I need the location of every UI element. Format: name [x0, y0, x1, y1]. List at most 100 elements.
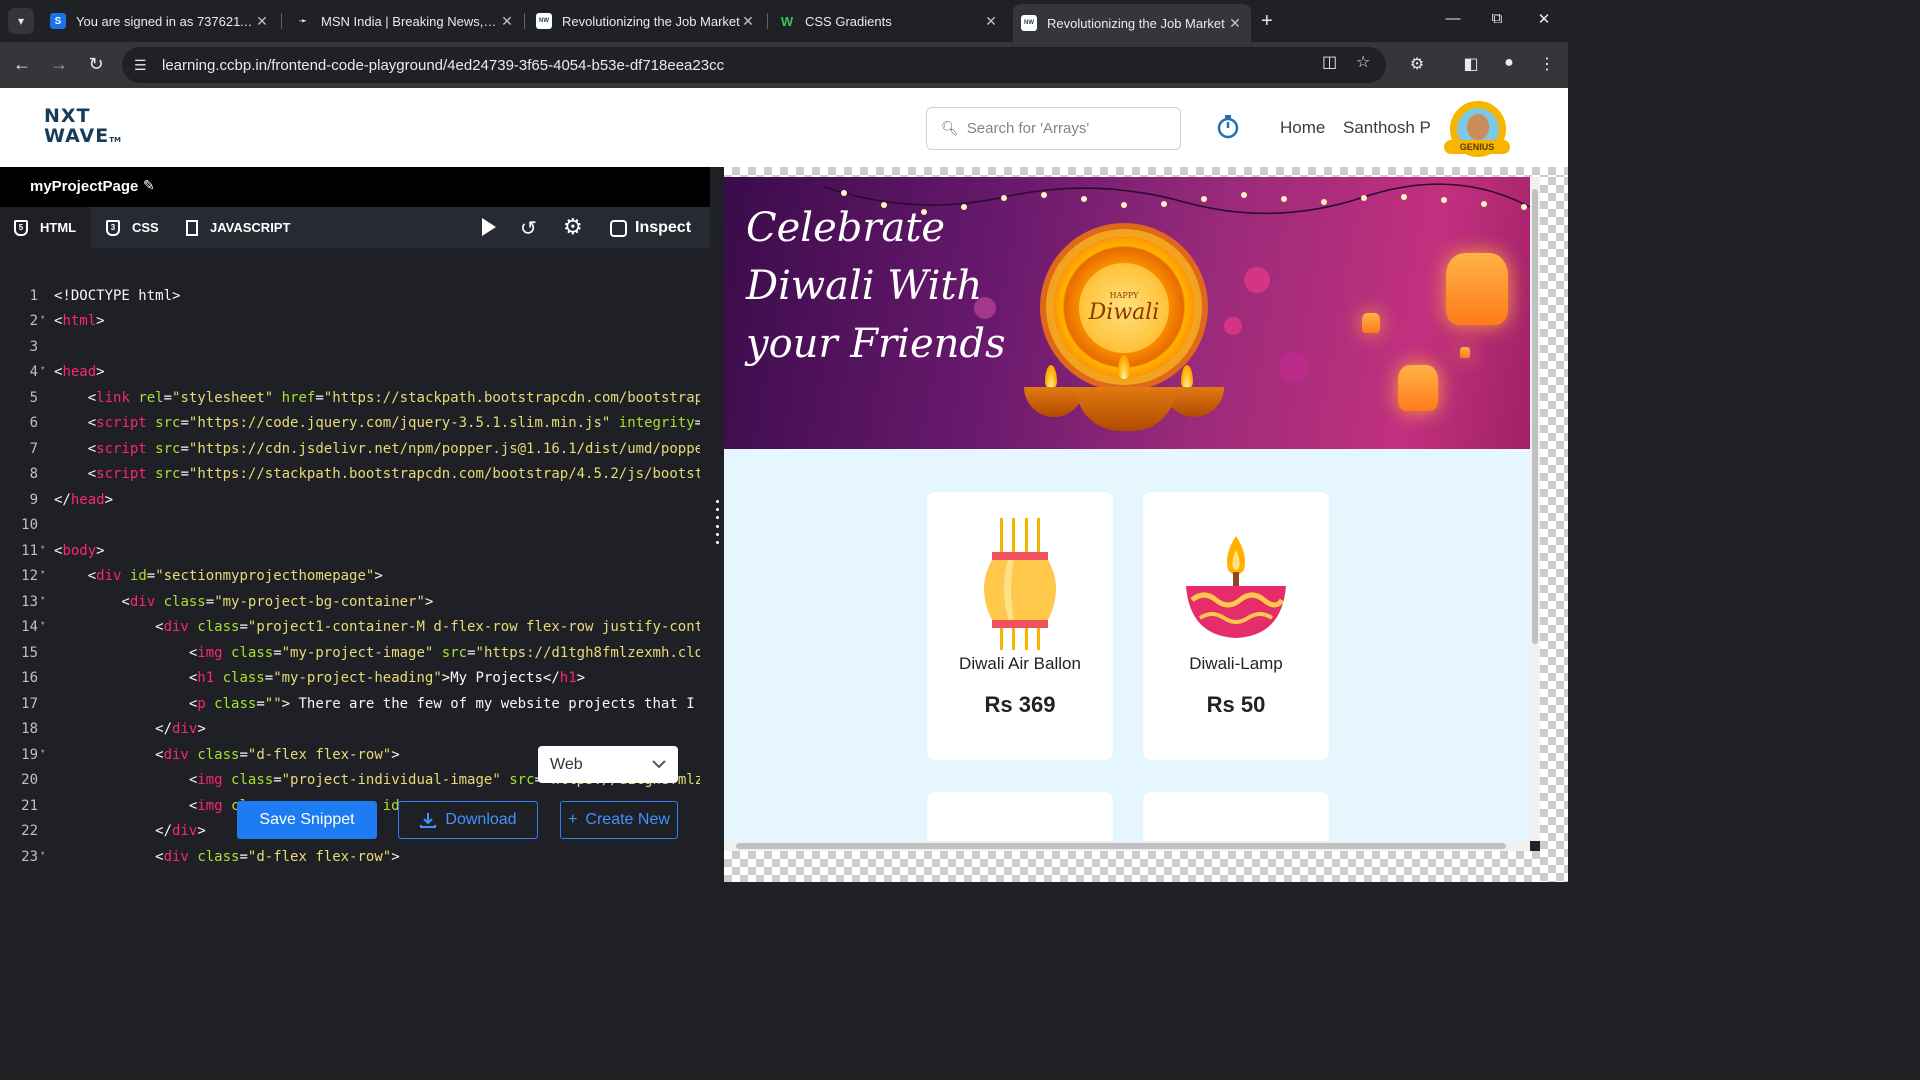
- forward-arrow-icon[interactable]: →: [47, 54, 71, 75]
- minimize-icon[interactable]: —: [1443, 10, 1463, 27]
- close-tab-icon[interactable]: ✕: [1227, 15, 1243, 32]
- device-select[interactable]: Web: [538, 746, 678, 783]
- logo-line1: NXT: [44, 105, 91, 127]
- product-card[interactable]: [1143, 792, 1329, 841]
- scrollbar-thumb[interactable]: [1532, 189, 1538, 644]
- tab-html[interactable]: 5 HTML: [0, 207, 91, 248]
- tab-label: HTML: [40, 220, 77, 235]
- preview-horizontal-scrollbar[interactable]: [724, 841, 1530, 851]
- fold-arrow-icon[interactable]: ▾: [40, 594, 45, 604]
- download-label: Download: [445, 811, 517, 828]
- product-card[interactable]: Diwali Air Ballon Rs 369: [927, 492, 1113, 760]
- search-box[interactable]: 🔍︎: [926, 107, 1181, 150]
- settings-gear-icon[interactable]: ⚙: [563, 214, 583, 240]
- code-line: 1 <!DOCTYPE html>: [0, 288, 700, 313]
- reload-icon[interactable]: ↻: [84, 54, 108, 75]
- fold-arrow-icon[interactable]: ▾: [40, 849, 45, 859]
- fold-arrow-icon[interactable]: ▾: [40, 313, 45, 323]
- project-name[interactable]: myProjectPage: [30, 178, 138, 195]
- browser-tab-5-active[interactable]: NW Revolutionizing the Job Market ✕: [1013, 4, 1251, 42]
- browser-menu-icon[interactable]: ⋮: [1536, 54, 1558, 74]
- diya-lamp: [1076, 387, 1176, 431]
- run-play-icon[interactable]: [482, 218, 496, 236]
- fold-arrow-icon[interactable]: ▾: [40, 364, 45, 374]
- tab-css[interactable]: 3 CSS: [92, 207, 173, 248]
- save-snippet-button[interactable]: Save Snippet: [237, 801, 377, 839]
- pencil-icon[interactable]: ✎: [143, 177, 155, 194]
- sky-lantern: [1460, 347, 1470, 358]
- browser-toolbar: ← → ↻ ☰ learning.ccbp.in/frontend-code-p…: [0, 42, 1568, 88]
- user-name[interactable]: Santhosh P: [1343, 118, 1431, 138]
- stopwatch-icon[interactable]: [1214, 112, 1242, 140]
- msn-favicon-icon: ➛: [295, 13, 311, 29]
- nxtwave-logo[interactable]: NXT WAVETM: [44, 106, 134, 150]
- preview-checker-top: [724, 167, 1568, 177]
- s-favicon-icon: S: [50, 13, 66, 29]
- browser-tab-2[interactable]: ➛ MSN India | Breaking News, Ent ✕: [287, 6, 523, 36]
- download-button[interactable]: Download: [398, 801, 538, 839]
- inspect-toggle[interactable]: Inspect: [610, 219, 691, 237]
- line-number: 2: [29, 313, 38, 329]
- profile-avatar-icon[interactable]: ●: [1498, 54, 1520, 72]
- banner-line1: Celebrate: [746, 205, 946, 251]
- site-header: NXT WAVETM 🔍︎ Home Santhosh P: [0, 88, 1568, 167]
- scrollbar-thumb[interactable]: [736, 843, 1506, 849]
- fold-arrow-icon[interactable]: ▾: [40, 747, 45, 757]
- fold-arrow-icon[interactable]: ▾: [40, 619, 45, 629]
- restore-icon[interactable]: ⧉: [1487, 10, 1507, 27]
- language-tab-bar: 5 HTML 3 CSS JAVASCRIPT: [0, 207, 710, 248]
- code-line: 4 ▾ <head>: [0, 364, 700, 389]
- site-info-icon[interactable]: ☰: [134, 57, 154, 74]
- address-bar[interactable]: ☰ learning.ccbp.in/frontend-code-playgro…: [122, 47, 1386, 83]
- preview-vertical-scrollbar[interactable]: [1530, 177, 1540, 841]
- inspect-label: Inspect: [635, 219, 692, 236]
- tab-search-button[interactable]: ▾: [8, 8, 34, 34]
- close-tab-icon[interactable]: ✕: [499, 13, 515, 30]
- close-tab-icon[interactable]: ✕: [983, 13, 999, 30]
- logo-line2: WAVE: [44, 125, 110, 147]
- search-input[interactable]: [966, 120, 1167, 137]
- sky-lantern: [1446, 253, 1508, 325]
- code-area[interactable]: 1 <!DOCTYPE html> 2 ▾ <html> 3 4 ▾ <head> 5 <…: [0, 288, 700, 882]
- browser-tab-1[interactable]: S You are signed in as 7376211M ✕: [42, 6, 278, 36]
- inspect-checkbox[interactable]: [610, 219, 627, 237]
- fold-arrow-icon[interactable]: ▾: [40, 543, 45, 553]
- bookmark-star-icon[interactable]: ☆: [1356, 52, 1370, 72]
- code-line: 3: [0, 339, 700, 364]
- logo-tm: TM: [109, 136, 121, 144]
- close-tab-icon[interactable]: ✕: [740, 13, 756, 30]
- tab-label: JAVASCRIPT: [210, 220, 291, 235]
- extensions-icon[interactable]: ⚙: [1406, 54, 1428, 74]
- url-text[interactable]: learning.ccbp.in/frontend-code-playgroun…: [162, 57, 724, 74]
- browser-tab-3[interactable]: NW Revolutionizing the Job Market ✕: [528, 6, 764, 36]
- product-card[interactable]: Diwali-Lamp Rs 50: [1143, 492, 1329, 760]
- install-app-icon[interactable]: ◫: [1322, 52, 1337, 72]
- close-tab-icon[interactable]: ✕: [254, 13, 270, 30]
- browser-tab-4[interactable]: W CSS Gradients ✕: [771, 6, 1007, 36]
- banner-line3: your Friends: [746, 321, 1006, 367]
- tab-separator: [767, 13, 768, 29]
- product-card[interactable]: [927, 792, 1113, 841]
- close-window-icon[interactable]: ✕: [1534, 10, 1554, 28]
- resize-handle[interactable]: [714, 500, 720, 544]
- html5-icon: 5: [14, 219, 28, 236]
- genius-badge: GENIUS: [1444, 140, 1510, 154]
- side-panel-icon[interactable]: ◧: [1460, 54, 1482, 74]
- line-number: 1: [29, 288, 38, 304]
- code-line: 14 ▾ <div class="project1-container-M d-f…: [0, 619, 700, 644]
- product-price: Rs 50: [1206, 692, 1266, 717]
- create-new-label: Create New: [585, 811, 670, 828]
- tab-title: CSS Gradients: [805, 13, 892, 29]
- new-tab-button[interactable]: +: [1261, 10, 1273, 33]
- fold-arrow-icon[interactable]: ▾: [40, 568, 45, 578]
- tab-label: CSS: [132, 220, 159, 235]
- banner-line2: Diwali With: [746, 263, 983, 309]
- bokeh-light: [1279, 352, 1309, 382]
- nav-home-link[interactable]: Home: [1280, 118, 1325, 138]
- create-new-button[interactable]: + Create New: [560, 801, 678, 839]
- tab-javascript[interactable]: JAVASCRIPT: [172, 207, 304, 248]
- back-arrow-icon[interactable]: ←: [10, 54, 34, 75]
- preview-frame[interactable]: Celebrate Diwali With your Friends HAPPY…: [724, 177, 1530, 841]
- reset-icon[interactable]: ↺: [520, 216, 537, 241]
- code-line: 12 ▾ <div id="sectionmyprojecthomepage">: [0, 568, 700, 593]
